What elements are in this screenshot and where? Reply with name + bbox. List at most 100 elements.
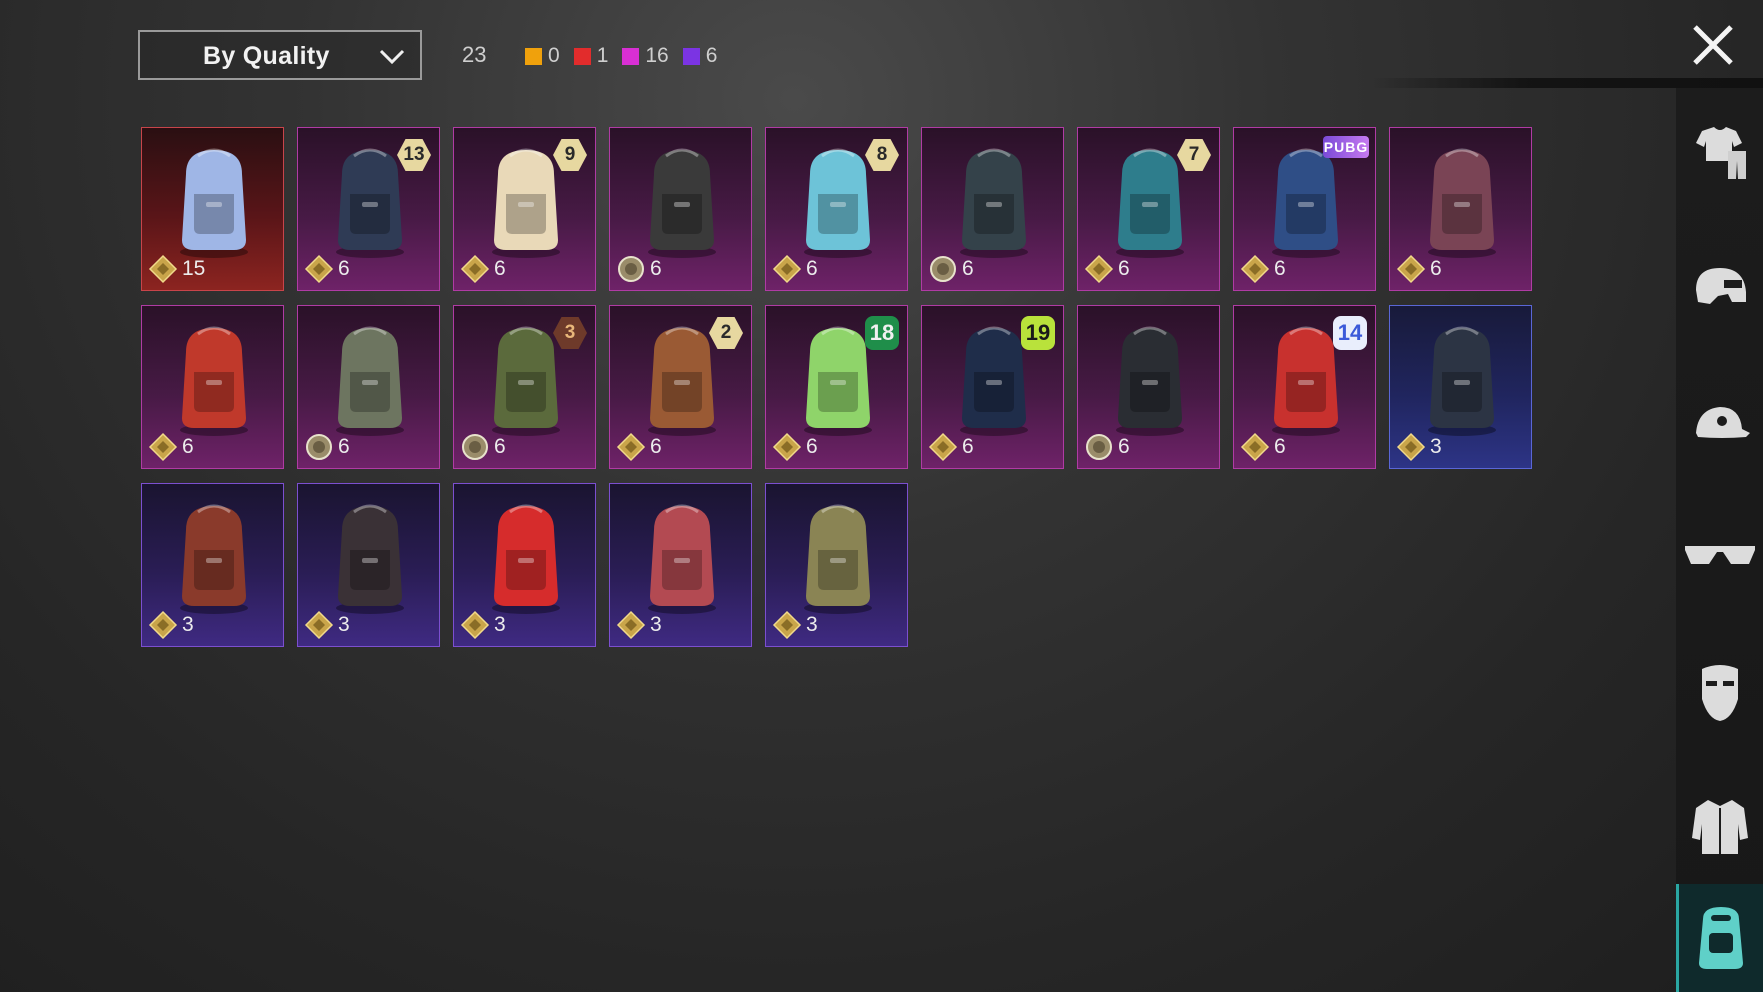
sidebar-item-glasses[interactable]: [1676, 506, 1763, 606]
item-value-number: 6: [1274, 257, 1286, 280]
sort-dropdown-label: By Quality: [203, 42, 330, 70]
item-value: 6: [460, 432, 506, 462]
backpack-image: [648, 504, 716, 614]
sort-dropdown[interactable]: By Quality: [138, 30, 422, 80]
backpack-item-card[interactable]: 6: [297, 305, 440, 469]
item-value-number: 6: [338, 435, 350, 458]
legend-swatch: [525, 47, 542, 65]
gold-coin-icon: [304, 610, 334, 640]
item-value-number: 6: [182, 435, 194, 458]
backpack-item-card[interactable]: 6: [141, 305, 284, 469]
backpack-item-card[interactable]: 3: [1389, 305, 1532, 469]
silver-coin-icon: [618, 256, 644, 282]
item-value-number: 6: [1274, 435, 1286, 458]
gold-coin-icon: [772, 254, 802, 284]
item-value: 3: [460, 610, 506, 640]
item-value-number: 6: [962, 257, 974, 280]
backpack-item-card[interactable]: 68: [765, 127, 908, 291]
backpack-image: [1272, 148, 1340, 258]
silver-coin-icon: [462, 434, 488, 460]
item-value-number: 3: [338, 613, 350, 636]
upgrade-level-badge: 19: [1021, 316, 1055, 350]
item-value: 6: [460, 254, 506, 284]
backpack-item-card[interactable]: 6 18: [765, 305, 908, 469]
sidebar-item-mask[interactable]: [1676, 641, 1763, 741]
legend-item-orange: 0: [525, 44, 560, 68]
outfit-icon: [1695, 127, 1746, 179]
backpack-item-card[interactable]: 63: [453, 305, 596, 469]
sidebar-item-outfit[interactable]: [1676, 103, 1763, 203]
close-button[interactable]: [1690, 22, 1736, 68]
item-value: 6: [1396, 254, 1442, 284]
upgrade-level-text: 9: [564, 144, 576, 165]
item-value: 6: [1084, 432, 1130, 462]
sidebar-item-helmet[interactable]: [1676, 238, 1763, 338]
item-value: 3: [148, 610, 194, 640]
gold-coin-icon: [148, 610, 178, 640]
backpack-item-card[interactable]: 67: [1077, 127, 1220, 291]
upgrade-level-text: 2: [720, 322, 732, 343]
upgrade-level-text: 13: [403, 144, 425, 165]
gold-coin-icon: [148, 254, 178, 284]
helmet-icon: [1695, 268, 1746, 304]
chevron-down-icon: [379, 49, 405, 65]
upgrade-level-badge: 14: [1333, 316, 1367, 350]
upgrade-level-text: PUBG: [1323, 139, 1369, 155]
backpack-item-card[interactable]: 3: [453, 483, 596, 647]
item-value: 6: [304, 432, 350, 462]
backpack-item-card[interactable]: 6: [609, 127, 752, 291]
item-value: 6: [1084, 254, 1130, 284]
backpack-image: [180, 148, 248, 258]
backpack-item-card[interactable]: 6 14: [1233, 305, 1376, 469]
item-value: 6: [772, 432, 818, 462]
upgrade-level-text: 8: [876, 144, 888, 165]
item-value-number: 6: [962, 435, 974, 458]
backpack-item-card[interactable]: 6 19: [921, 305, 1064, 469]
gold-coin-icon: [304, 254, 334, 284]
item-value-number: 6: [650, 257, 662, 280]
glasses-icon: [1684, 546, 1755, 564]
item-value-number: 3: [1430, 435, 1442, 458]
gold-coin-icon: [460, 610, 490, 640]
item-value-number: 15: [182, 257, 206, 280]
total-item-count: 23: [462, 42, 487, 67]
legend-count: 1: [596, 44, 609, 67]
item-value-number: 3: [182, 613, 194, 636]
backpack-item-card[interactable]: 6: [921, 127, 1064, 291]
sidebar-item-jacket[interactable]: [1676, 776, 1763, 876]
gold-coin-icon: [616, 610, 646, 640]
backpack-item-card[interactable]: 62: [609, 305, 752, 469]
item-value: 3: [1396, 432, 1442, 462]
upgrade-level-text: 18: [869, 320, 895, 345]
backpack-item-card[interactable]: 6: [1389, 127, 1532, 291]
item-value-number: 3: [494, 613, 506, 636]
gold-coin-icon: [1396, 254, 1426, 284]
upgrade-level-text: 19: [1025, 320, 1051, 345]
backpack-item-card[interactable]: 3: [765, 483, 908, 647]
backpack-image: [180, 326, 248, 436]
gold-coin-icon: [148, 432, 178, 462]
backpack-item-card[interactable]: 69: [453, 127, 596, 291]
jacket-icon: [1691, 800, 1748, 854]
sidebar-item-backpack[interactable]: [1676, 884, 1763, 992]
backpack-item-card[interactable]: 6 13: [297, 127, 440, 291]
gold-coin-icon: [616, 432, 646, 462]
sidebar-item-cap[interactable]: [1676, 371, 1763, 471]
silver-coin-icon: [1086, 434, 1112, 460]
gold-coin-icon: [772, 610, 802, 640]
legend-item-red: 1: [573, 44, 609, 68]
backpack-item-card[interactable]: 3: [141, 483, 284, 647]
item-value: 6: [616, 254, 662, 284]
gold-coin-icon: [1396, 432, 1426, 462]
backpack-image: [336, 326, 404, 436]
backpack-item-card[interactable]: 3: [609, 483, 752, 647]
category-sidebar: [1676, 88, 1763, 992]
backpack-item-card[interactable]: 6 PUBG: [1233, 127, 1376, 291]
backpack-item-card[interactable]: 6: [1077, 305, 1220, 469]
gold-coin-icon: [460, 254, 490, 284]
gold-coin-icon: [1240, 432, 1270, 462]
item-value-number: 6: [650, 435, 662, 458]
backpack-image: [1428, 326, 1496, 436]
backpack-item-card[interactable]: 15: [141, 127, 284, 291]
backpack-item-card[interactable]: 3: [297, 483, 440, 647]
